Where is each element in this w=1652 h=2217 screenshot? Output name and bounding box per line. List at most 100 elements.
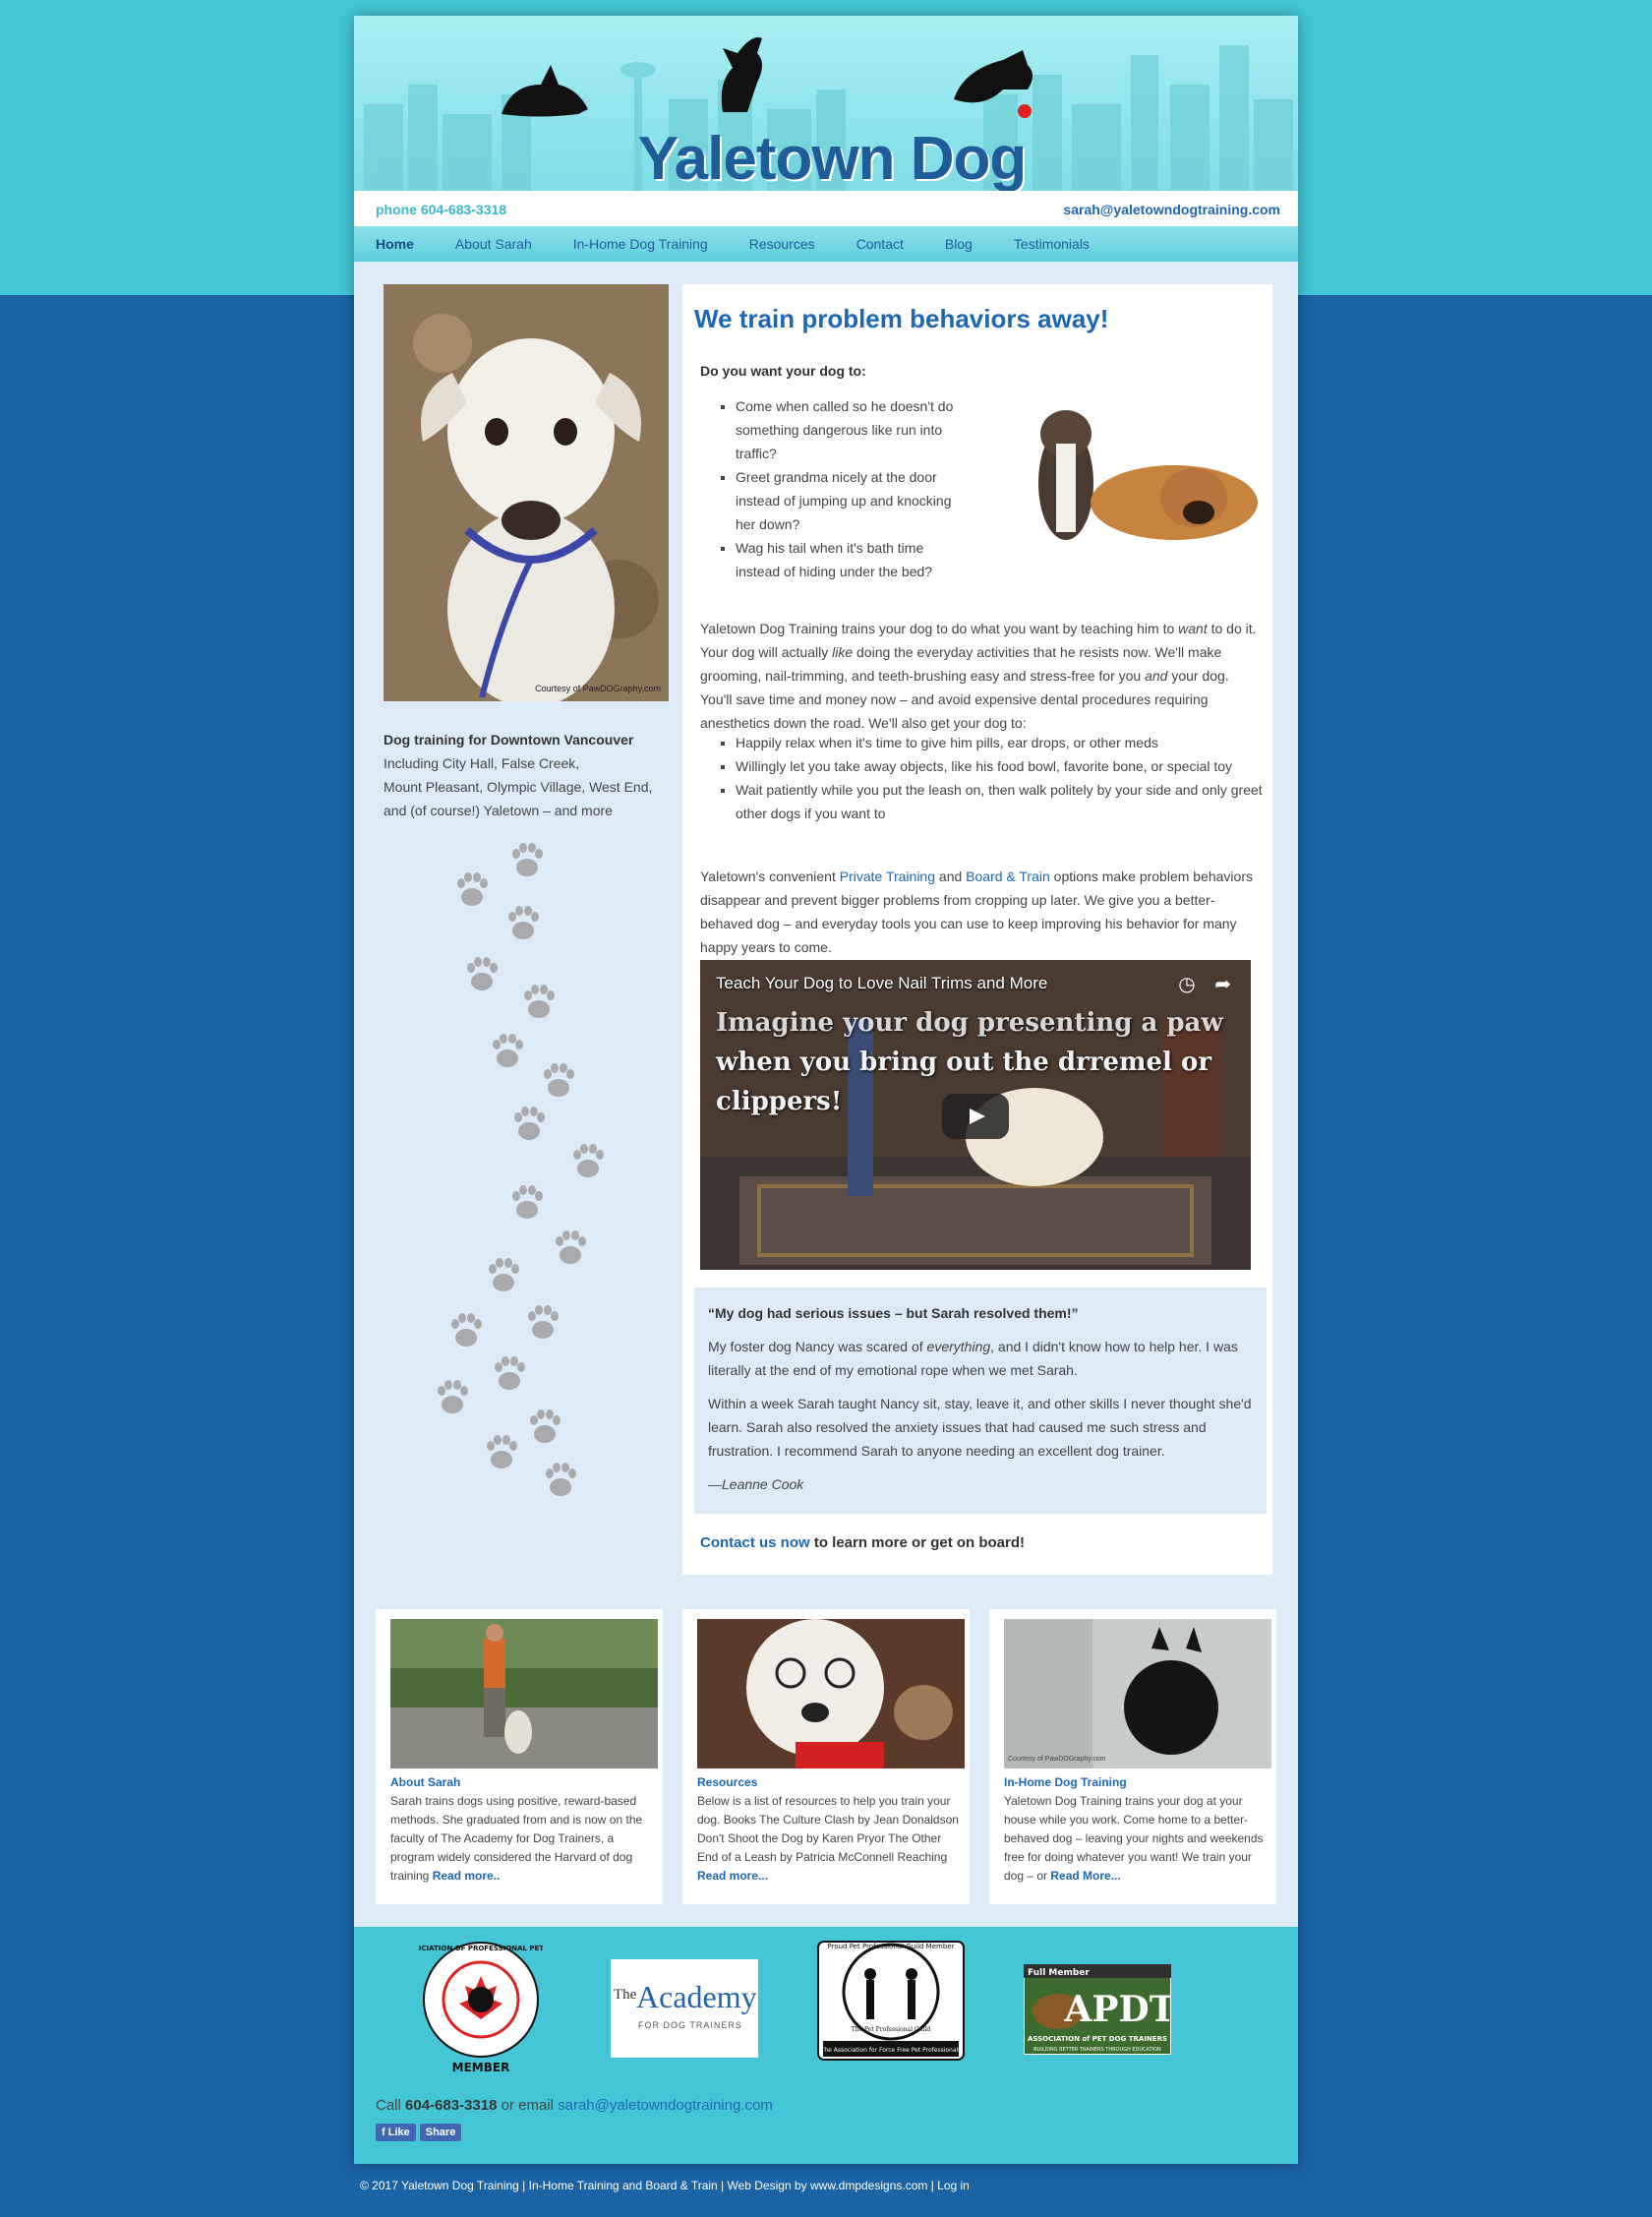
list-item: Come when called so he doesn't do someth… bbox=[736, 394, 956, 465]
contact-us-link[interactable]: Contact us now bbox=[700, 1534, 810, 1551]
card-resources: Resources Below is a list of resources t… bbox=[682, 1609, 970, 1904]
contact-bar: phone 604-683-3318 sarah@yaletowndogtrai… bbox=[354, 191, 1298, 226]
testimonial-signature: —Leanne Cook bbox=[708, 1472, 1253, 1496]
nav-contact[interactable]: Contact bbox=[856, 236, 904, 252]
video-controls: ◷ ➦ bbox=[1178, 972, 1231, 996]
capdt-member-badge[interactable]: CANADIAN ASSOCIATION OF PROFESSIONAL PET… bbox=[419, 1939, 543, 2076]
behavior-list: Come when called so he doesn't do someth… bbox=[720, 394, 956, 583]
scottie-dog-photo bbox=[1004, 1619, 1271, 1768]
dog-with-glasses-photo bbox=[697, 1619, 965, 1768]
testimonial-paragraph: Within a week Sarah taught Nancy sit, st… bbox=[708, 1396, 1252, 1459]
text-span: Sarah trains dogs using positive, reward… bbox=[390, 1794, 643, 1883]
list-item: Willingly let you take away objects, lik… bbox=[736, 754, 1267, 778]
text-span: when you bring out the drremel or bbox=[716, 1048, 1212, 1077]
question-heading: Do you want your dog to: bbox=[700, 363, 866, 379]
text-span: Yaletown Dog Training trains your dog at… bbox=[1004, 1794, 1264, 1883]
svg-text:ASSOCIATION of PET DOG TRAINER: ASSOCIATION of PET DOG TRAINERS bbox=[1028, 2035, 1167, 2043]
card-in-home-training: Courtesy of PawDOGraphy.com In-Home Dog … bbox=[989, 1609, 1276, 1904]
page-container: Yaletown Dog Training phone 604-683-3318… bbox=[354, 16, 1298, 2164]
list-item: Greet grandma nicely at the door instead… bbox=[736, 465, 956, 536]
text-span: to learn more or get on board! bbox=[809, 1534, 1026, 1551]
footer-contact: Call 604-683-3318 or email sarah@yaletow… bbox=[376, 2097, 773, 2114]
play-button[interactable] bbox=[942, 1094, 1009, 1139]
card-body: Yaletown Dog Training trains your dog at… bbox=[1004, 1792, 1271, 1886]
text-span: Below is a list of resources to help you… bbox=[697, 1794, 959, 1864]
text-span: —Leanne Cook bbox=[708, 1476, 804, 1492]
read-more-link[interactable]: Read more... bbox=[697, 1869, 768, 1883]
text-span: My foster dog Nancy was scared of bbox=[708, 1339, 927, 1354]
text-span: and bbox=[1145, 668, 1168, 684]
options-paragraph: Yaletown's convenient Private Training a… bbox=[700, 865, 1259, 959]
read-more-link[interactable]: Read More... bbox=[1050, 1869, 1120, 1883]
read-more-link[interactable]: Read more.. bbox=[433, 1869, 501, 1883]
private-training-link[interactable]: Private Training bbox=[840, 869, 935, 884]
site-header: Yaletown Dog Training bbox=[354, 16, 1298, 191]
text-span: want bbox=[1178, 621, 1208, 636]
text-span: Yaletown Dog Training trains your dog to… bbox=[700, 621, 1179, 636]
page-title: We train problem behaviors away! bbox=[694, 304, 1109, 333]
list-item: Wag his tail when it's bath time instead… bbox=[736, 536, 956, 583]
intro-paragraph: Yaletown Dog Training trains your dog to… bbox=[700, 617, 1259, 735]
footer-phone[interactable]: 604-683-3318 bbox=[405, 2097, 497, 2114]
sidebar-line-3: and (of course!) Yaletown – and more bbox=[384, 803, 613, 818]
photo-credit: Courtesy of PawDOGraphy.com bbox=[535, 684, 661, 693]
text-span: everything bbox=[926, 1339, 991, 1354]
share-icon[interactable]: ➦ bbox=[1214, 974, 1231, 995]
facebook-share-button[interactable]: Share bbox=[419, 2124, 462, 2141]
youtube-video-embed[interactable]: Imagine your dog presenting a paw when y… bbox=[700, 960, 1251, 1270]
sidebar-service-area: Dog training for Downtown Vancouver Incl… bbox=[384, 728, 678, 822]
text-span: and bbox=[935, 869, 967, 884]
footer-email-link[interactable]: sarah@yaletowndogtraining.com bbox=[558, 2097, 773, 2114]
paw-prints-decoration bbox=[438, 843, 604, 1496]
testimonial-paragraph: My foster dog Nancy was scared of everyt… bbox=[708, 1335, 1253, 1382]
text-span: The bbox=[614, 1987, 637, 2003]
nav-resources[interactable]: Resources bbox=[749, 236, 815, 252]
sidebar-line-2: Mount Pleasant, Olympic Village, West En… bbox=[384, 779, 653, 795]
svg-text:The Pet Professional Guild: The Pet Professional Guild bbox=[852, 2026, 931, 2033]
nav-about-sarah[interactable]: About Sarah bbox=[455, 236, 532, 252]
facebook-like-button[interactable]: f Like bbox=[376, 2124, 416, 2141]
testimonial-box: “My dog had serious issues – but Sarah r… bbox=[694, 1288, 1267, 1514]
testimonial-heading: “My dog had serious issues – but Sarah r… bbox=[708, 1305, 1079, 1321]
list-item: Wait patiently while you put the leash o… bbox=[736, 778, 1267, 825]
text-span: Call bbox=[376, 2097, 406, 2114]
svg-text:The Association for Force Free: The Association for Force Free Pet Profe… bbox=[820, 2047, 962, 2054]
site-logo-text[interactable]: Yaletown Dog Training bbox=[537, 124, 1127, 191]
nav-home[interactable]: Home bbox=[376, 236, 414, 252]
text-span: Imagine your dog presenting a paw bbox=[716, 1008, 1223, 1038]
svg-text:CANADIAN ASSOCIATION OF PROFES: CANADIAN ASSOCIATION OF PROFESSIONAL PET… bbox=[419, 1945, 543, 1952]
boxer-dogs-photo bbox=[987, 375, 1263, 562]
nav-testimonials[interactable]: Testimonials bbox=[1014, 236, 1090, 252]
header-email-link[interactable]: sarah@yaletowndogtraining.com bbox=[1063, 202, 1280, 217]
text-span: like bbox=[832, 644, 854, 660]
nav-in-home-dog-training[interactable]: In-Home Dog Training bbox=[573, 236, 708, 252]
pet-professional-guild-badge[interactable]: Proud Pet Professional Guild Member The … bbox=[817, 1941, 965, 2061]
svg-text:APDT: APDT bbox=[1063, 1989, 1171, 2030]
facebook-buttons: f Like Share bbox=[376, 2124, 462, 2141]
card-title[interactable]: Resources bbox=[697, 1775, 757, 1789]
sidebar-heading: Dog training for Downtown Vancouver bbox=[384, 732, 634, 748]
copyright-footer[interactable]: © 2017 Yaletown Dog Training | In-Home T… bbox=[360, 2179, 970, 2192]
card-body: Below is a list of resources to help you… bbox=[697, 1792, 965, 1886]
header-phone[interactable]: phone 604-683-3318 bbox=[376, 202, 506, 217]
video-title[interactable]: Teach Your Dog to Love Nail Trims and Mo… bbox=[716, 974, 1047, 993]
text-span: or email bbox=[497, 2097, 559, 2114]
svg-text:MEMBER: MEMBER bbox=[452, 2061, 510, 2074]
sarah-walking-dog-photo bbox=[390, 1619, 658, 1768]
nav-blog[interactable]: Blog bbox=[945, 236, 973, 252]
apdt-full-member-badge[interactable]: Full Member APDT ASSOCIATION of PET DOG … bbox=[1024, 1964, 1171, 2055]
board-and-train-link[interactable]: Board & Train bbox=[966, 869, 1050, 884]
facebook-icon: f bbox=[382, 2127, 385, 2138]
card-title[interactable]: In-Home Dog Training bbox=[1004, 1775, 1127, 1789]
text-span: Like bbox=[387, 2127, 410, 2138]
list-item: Happily relax when it's time to give him… bbox=[736, 731, 1267, 754]
text-span: Academy bbox=[636, 1979, 757, 2014]
text-span: FOR DOG TRAINERS bbox=[638, 2020, 742, 2030]
svg-text:Proud Pet Professional Guild M: Proud Pet Professional Guild Member bbox=[828, 1943, 955, 1950]
card-title[interactable]: About Sarah bbox=[390, 1775, 460, 1789]
sidebar-line-1: Including City Hall, False Creek, bbox=[384, 755, 580, 771]
watch-later-icon[interactable]: ◷ bbox=[1178, 974, 1195, 995]
text-span: Yaletown's convenient bbox=[700, 869, 840, 884]
card-body: Sarah trains dogs using positive, reward… bbox=[390, 1792, 658, 1886]
academy-for-dog-trainers-badge[interactable]: The Academy FOR DOG TRAINERS bbox=[611, 1959, 758, 2058]
